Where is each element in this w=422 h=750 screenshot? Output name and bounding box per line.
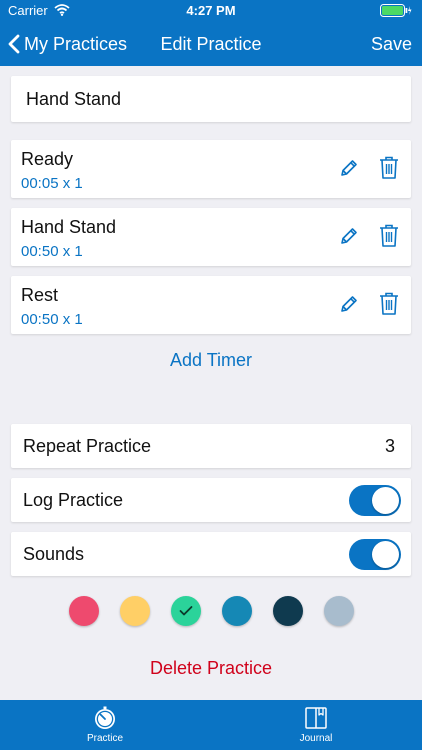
tab-journal-label: Journal	[299, 733, 333, 744]
timer-row[interactable]: Ready 00:05 x 1	[11, 140, 411, 198]
timer-name: Rest	[21, 285, 59, 305]
color-swatch-red[interactable]	[69, 596, 99, 626]
stopwatch-icon	[65, 706, 145, 730]
tab-practice[interactable]: Practice	[65, 706, 145, 744]
sounds-label: Sounds	[23, 544, 85, 564]
sounds-row: Sounds	[11, 532, 411, 576]
repeat-practice-label: Repeat Practice	[23, 436, 152, 456]
sounds-toggle[interactable]	[349, 539, 401, 570]
tab-bar: Practice Journal	[0, 700, 422, 750]
timer-name: Ready	[21, 149, 74, 169]
practice-name-field[interactable]: Hand Stand	[11, 76, 411, 122]
navigation-bar: My Practices Edit Practice Save	[0, 22, 422, 66]
timer-name: Hand Stand	[21, 217, 117, 237]
toggle-knob	[372, 487, 399, 514]
trash-icon[interactable]	[379, 292, 399, 321]
pencil-icon[interactable]	[339, 226, 359, 251]
back-label: My Practices	[24, 33, 128, 54]
color-swatch-green[interactable]	[171, 596, 201, 626]
tab-practice-label: Practice	[86, 733, 124, 744]
back-button[interactable]: My Practices	[8, 30, 127, 58]
toggle-knob	[372, 541, 399, 568]
status-bar: Carrier 4:27 PM	[0, 0, 422, 22]
color-swatch-yellow[interactable]	[120, 596, 150, 626]
journal-icon	[276, 706, 356, 730]
trash-icon[interactable]	[379, 224, 399, 253]
log-practice-row: Log Practice	[11, 478, 411, 522]
app-header: Carrier 4:27 PM My Practices Edit Practi…	[0, 0, 422, 66]
save-button[interactable]: Save	[371, 34, 412, 55]
color-swatch-blue[interactable]	[222, 596, 252, 626]
delete-practice-button[interactable]: Delete Practice	[0, 658, 422, 679]
color-swatch-navy[interactable]	[273, 596, 303, 626]
log-practice-label: Log Practice	[23, 490, 124, 510]
chevron-left-icon	[8, 34, 20, 54]
pencil-icon[interactable]	[339, 158, 359, 183]
color-swatch-gray[interactable]	[324, 596, 354, 626]
add-timer-button[interactable]: Add Timer	[0, 350, 422, 371]
repeat-practice-row[interactable]: Repeat Practice 3	[11, 424, 411, 468]
practice-name-input[interactable]: Hand Stand	[26, 89, 121, 110]
checkmark-icon	[179, 606, 193, 616]
timer-row[interactable]: Hand Stand 00:50 x 1	[11, 208, 411, 266]
timer-duration: 00:50 x 1	[21, 311, 83, 328]
trash-icon[interactable]	[379, 156, 399, 185]
clock: 4:27 PM	[186, 3, 236, 18]
timer-row[interactable]: Rest 00:50 x 1	[11, 276, 411, 334]
log-practice-toggle[interactable]	[349, 485, 401, 516]
pencil-icon[interactable]	[339, 294, 359, 319]
timer-duration: 00:50 x 1	[21, 243, 83, 260]
repeat-practice-value[interactable]: 3	[385, 436, 395, 457]
timer-duration: 00:05 x 1	[21, 175, 83, 192]
battery-icon	[380, 4, 412, 20]
tab-journal[interactable]: Journal	[276, 706, 356, 744]
